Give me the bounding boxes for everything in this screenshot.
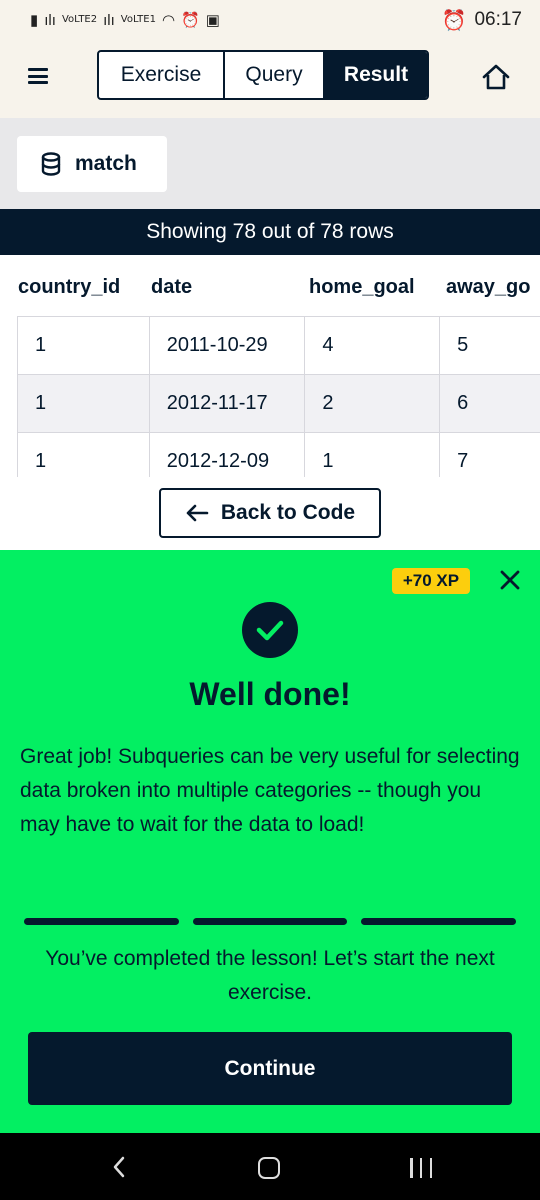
progress-segment — [24, 918, 179, 925]
table-chip[interactable]: match — [17, 136, 167, 192]
view-tabs: Exercise Query Result — [97, 50, 429, 100]
table-cell: 2011-10-29 — [148, 316, 306, 375]
back-to-code-label: Back to Code — [220, 501, 356, 524]
table-row: 1 2012-12-09 1 7 — [17, 432, 540, 477]
wifi-icon: ◠ — [161, 12, 176, 29]
column-header: away_go — [446, 276, 531, 298]
system-back-icon[interactable] — [110, 1155, 128, 1179]
table-cell: 2 — [304, 374, 441, 433]
xp-badge: +70 XP — [392, 568, 470, 594]
table-body: 1 2011-10-29 4 5 1 2012-11-17 2 6 1 2012… — [17, 316, 540, 477]
rows-summary: Showing 78 out of 78 rows — [0, 209, 540, 255]
status-icons-left: ▮ ılı VoLTE2 ılı VoLTE1 ◠ ⏰ ▣ — [30, 11, 220, 30]
table-cell: 1 — [304, 432, 441, 477]
notification-icon: ▮ — [30, 12, 39, 29]
top-nav: Exercise Query Result — [0, 40, 540, 118]
back-to-code-button[interactable]: Back to Code — [159, 488, 381, 538]
table-name: match — [75, 152, 137, 175]
table-cell: 4 — [304, 316, 441, 375]
progress-segment — [361, 918, 517, 925]
system-nav-bar — [0, 1133, 540, 1200]
status-icons-right: ⏰ 06:17 — [442, 8, 522, 33]
table-row: 1 2012-11-17 2 6 — [17, 374, 540, 433]
column-header: country_id — [18, 276, 121, 298]
table-cell: 6 — [439, 374, 540, 433]
table-cell: 2012-12-09 — [148, 432, 306, 477]
column-header: date — [151, 276, 193, 298]
menu-icon[interactable] — [28, 68, 48, 84]
completion-message: You’ve completed the lesson! Let’s start… — [45, 947, 495, 1004]
signal-icon: ılı — [44, 11, 56, 29]
feedback-title: Well done! — [189, 676, 351, 712]
feedback-panel: +70 XP Well done! Great job! Subqueries … — [0, 550, 540, 1133]
alarm-icon: ⏰ — [181, 12, 200, 29]
table-cell: 7 — [439, 432, 540, 477]
column-header: home_goal — [309, 276, 415, 298]
system-recents-icon[interactable] — [410, 1158, 432, 1178]
tab-query[interactable]: Query — [225, 52, 325, 98]
network-label-2: VoLTE1 — [120, 14, 156, 25]
table-cell: 2012-11-17 — [148, 374, 306, 433]
status-time: 06:17 — [474, 9, 522, 30]
continue-button[interactable]: Continue — [28, 1032, 512, 1105]
close-icon[interactable] — [498, 568, 522, 592]
table-row: 1 2011-10-29 4 5 — [17, 316, 540, 375]
back-area: Back to Code — [0, 477, 540, 550]
progress-segment — [192, 918, 348, 925]
success-check-icon — [242, 602, 298, 658]
lock-icon: ▣ — [205, 12, 220, 29]
status-bar: ▮ ılı VoLTE2 ılı VoLTE1 ◠ ⏰ ▣ ⏰ 06:17 — [0, 0, 540, 40]
arrow-left-icon — [186, 504, 209, 522]
lesson-progress — [24, 918, 517, 925]
alarm-icon-right: ⏰ — [441, 9, 467, 32]
results-table: country_id date home_goal away_go 1 2011… — [0, 255, 540, 477]
table-cell: 5 — [439, 316, 540, 375]
table-cell: 1 — [17, 432, 150, 477]
system-home-icon[interactable] — [258, 1157, 280, 1179]
tab-result[interactable]: Result — [325, 52, 427, 98]
feedback-message: Great job! Subqueries can be very useful… — [20, 745, 520, 836]
table-cell: 1 — [17, 316, 150, 375]
network-label-1: VoLTE2 — [61, 14, 98, 25]
signal-icon-2: ılı — [103, 11, 115, 29]
tab-exercise[interactable]: Exercise — [99, 52, 225, 98]
database-icon — [41, 152, 61, 176]
table-cell: 1 — [17, 374, 150, 433]
home-icon[interactable] — [482, 64, 510, 90]
result-panel: match Showing 78 out of 78 rows country_… — [0, 118, 540, 550]
